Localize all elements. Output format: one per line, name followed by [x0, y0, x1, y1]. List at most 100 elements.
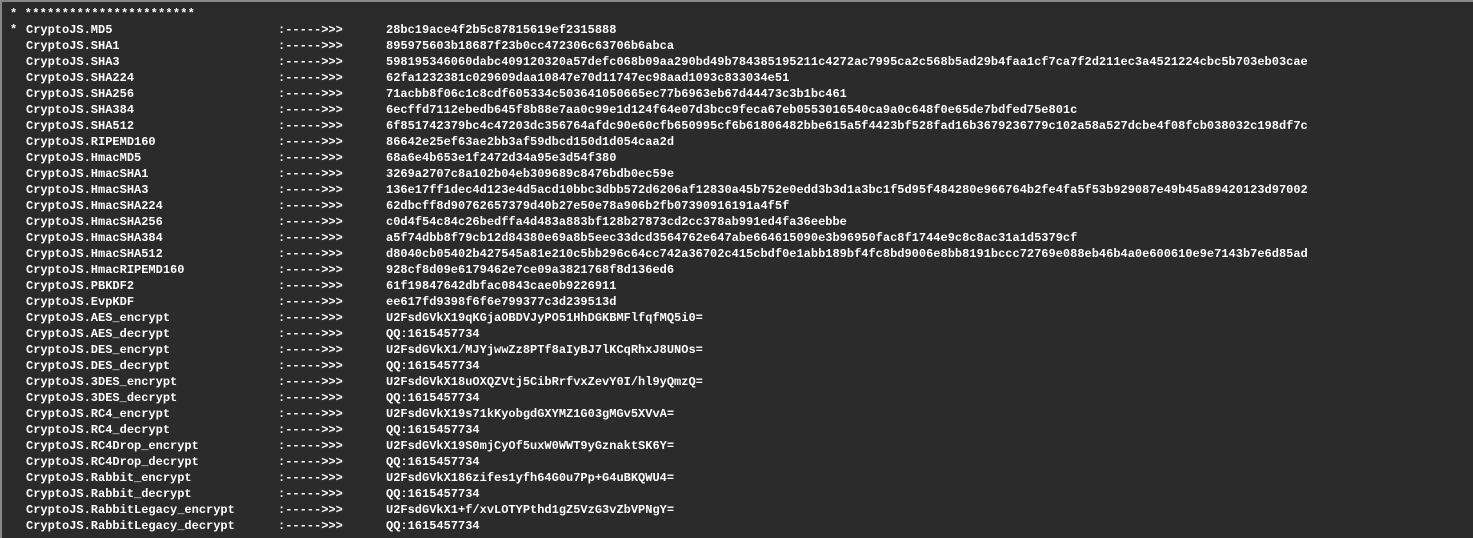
crypto-output-value: d8040cb05402b427545a81e210c5bb296c64cc74…: [386, 246, 1465, 262]
crypto-function-name: CryptoJS.MD5: [26, 22, 278, 38]
console-row: CryptoJS.HmacSHA1:----->>>3269a2707c8a10…: [10, 166, 1465, 182]
crypto-function-name: CryptoJS.SHA3: [26, 54, 278, 70]
crypto-function-name: CryptoJS.HmacSHA256: [26, 214, 278, 230]
crypto-output-value: U2FsdGVkX18uOXQZVtj5CibRrfvxZevY0I/hl9yQ…: [386, 374, 1465, 390]
separator-arrow: :----->>>: [278, 278, 386, 294]
separator-arrow: :----->>>: [278, 262, 386, 278]
console-row: CryptoJS.SHA1:----->>>895975603b18687f23…: [10, 38, 1465, 54]
separator-arrow: :----->>>: [278, 38, 386, 54]
console-row: CryptoJS.Rabbit_decrypt:----->>>QQ:16154…: [10, 486, 1465, 502]
console-header-line: * ***********************: [10, 6, 1465, 22]
separator-arrow: :----->>>: [278, 518, 386, 534]
crypto-output-value: QQ:1615457734: [386, 486, 1465, 502]
separator-arrow: :----->>>: [278, 390, 386, 406]
crypto-output-value: c0d4f54c84c26bedffa4d483a883bf128b27873c…: [386, 214, 1465, 230]
separator-arrow: :----->>>: [278, 454, 386, 470]
crypto-function-name: CryptoJS.3DES_encrypt: [26, 374, 278, 390]
separator-arrow: :----->>>: [278, 486, 386, 502]
crypto-output-value: U2FsdGVkX19s71kKyobgdGXYMZ1G03gMGv5XVvA=: [386, 406, 1465, 422]
separator-arrow: :----->>>: [278, 422, 386, 438]
crypto-function-name: CryptoJS.RC4_decrypt: [26, 422, 278, 438]
separator-arrow: :----->>>: [278, 102, 386, 118]
crypto-output-value: QQ:1615457734: [386, 518, 1465, 534]
separator-arrow: :----->>>: [278, 86, 386, 102]
separator-arrow: :----->>>: [278, 326, 386, 342]
crypto-function-name: CryptoJS.SHA256: [26, 86, 278, 102]
console-row: CryptoJS.HmacSHA256:----->>>c0d4f54c84c2…: [10, 214, 1465, 230]
crypto-function-name: CryptoJS.HmacSHA1: [26, 166, 278, 182]
separator-arrow: :----->>>: [278, 294, 386, 310]
crypto-function-name: CryptoJS.RC4_encrypt: [26, 406, 278, 422]
crypto-output-value: 62dbcff8d90762657379d40b27e50e78a906b2fb…: [386, 198, 1465, 214]
crypto-function-name: CryptoJS.DES_encrypt: [26, 342, 278, 358]
console-row: CryptoJS.SHA384:----->>>6ecffd7112ebedb6…: [10, 102, 1465, 118]
console-row: CryptoJS.AES_encrypt:----->>>U2FsdGVkX19…: [10, 310, 1465, 326]
crypto-output-value: QQ:1615457734: [386, 390, 1465, 406]
console-row: CryptoJS.SHA512:----->>>6f851742379bc4c4…: [10, 118, 1465, 134]
console-row: CryptoJS.SHA256:----->>>71acbb8f06c1c8cd…: [10, 86, 1465, 102]
crypto-output-value: 895975603b18687f23b0cc472306c63706b6abca: [386, 38, 1465, 54]
crypto-function-name: CryptoJS.AES_encrypt: [26, 310, 278, 326]
crypto-output-value: 928cf8d09e6179462e7ce09a3821768f8d136ed6: [386, 262, 1465, 278]
crypto-output-value: QQ:1615457734: [386, 358, 1465, 374]
separator-arrow: :----->>>: [278, 118, 386, 134]
crypto-function-name: CryptoJS.SHA1: [26, 38, 278, 54]
crypto-output-value: 68a6e4b653e1f2472d34a95e3d54f380: [386, 150, 1465, 166]
crypto-output-value: 28bc19ace4f2b5c87815619ef2315888: [386, 22, 1465, 38]
crypto-function-name: CryptoJS.EvpKDF: [26, 294, 278, 310]
console-row: CryptoJS.DES_encrypt:----->>>U2FsdGVkX1/…: [10, 342, 1465, 358]
crypto-output-value: 61f19847642dbfac0843cae0b9226911: [386, 278, 1465, 294]
crypto-function-name: CryptoJS.HmacSHA224: [26, 198, 278, 214]
crypto-output-value: 86642e25ef63ae2bb3af59dbcd150d1d054caa2d: [386, 134, 1465, 150]
separator-arrow: :----->>>: [278, 230, 386, 246]
crypto-function-name: CryptoJS.SHA384: [26, 102, 278, 118]
console-row: CryptoJS.3DES_decrypt:----->>>QQ:1615457…: [10, 390, 1465, 406]
console-row: CryptoJS.PBKDF2:----->>>61f19847642dbfac…: [10, 278, 1465, 294]
console-row: CryptoJS.HmacSHA512:----->>>d8040cb05402…: [10, 246, 1465, 262]
console-row: CryptoJS.3DES_encrypt:----->>>U2FsdGVkX1…: [10, 374, 1465, 390]
separator-arrow: :----->>>: [278, 342, 386, 358]
crypto-output-value: U2FsdGVkX19qKGjaOBDVJyPO51HhDGKBMFlfqfMQ…: [386, 310, 1465, 326]
crypto-function-name: CryptoJS.PBKDF2: [26, 278, 278, 294]
crypto-function-name: CryptoJS.AES_decrypt: [26, 326, 278, 342]
row-prefix: *: [10, 22, 26, 38]
crypto-output-value: QQ:1615457734: [386, 454, 1465, 470]
separator-arrow: :----->>>: [278, 358, 386, 374]
separator-arrow: :----->>>: [278, 310, 386, 326]
crypto-function-name: CryptoJS.RabbitLegacy_encrypt: [26, 502, 278, 518]
separator-arrow: :----->>>: [278, 470, 386, 486]
console-row: CryptoJS.RabbitLegacy_decrypt:----->>>QQ…: [10, 518, 1465, 534]
crypto-output-value: ee617fd9398f6f6e799377c3d239513d: [386, 294, 1465, 310]
console-row: CryptoJS.DES_decrypt:----->>>QQ:16154577…: [10, 358, 1465, 374]
crypto-function-name: CryptoJS.HmacRIPEMD160: [26, 262, 278, 278]
console-row: CryptoJS.HmacMD5:----->>>68a6e4b653e1f24…: [10, 150, 1465, 166]
separator-arrow: :----->>>: [278, 22, 386, 38]
crypto-function-name: CryptoJS.HmacSHA512: [26, 246, 278, 262]
console-row: CryptoJS.AES_decrypt:----->>>QQ:16154577…: [10, 326, 1465, 342]
console-row: CryptoJS.RabbitLegacy_encrypt:----->>>U2…: [10, 502, 1465, 518]
crypto-output-value: 136e17ff1dec4d123e4d5acd10bbc3dbb572d620…: [386, 182, 1465, 198]
crypto-output-value: 6f851742379bc4c47203dc356764afdc90e60cfb…: [386, 118, 1465, 134]
crypto-function-name: CryptoJS.SHA512: [26, 118, 278, 134]
crypto-output-value: U2FsdGVkX1/MJYjwwZz8PTf8aIyBJ7lKCqRhxJ8U…: [386, 342, 1465, 358]
separator-arrow: :----->>>: [278, 374, 386, 390]
console-row: CryptoJS.RIPEMD160:----->>>86642e25ef63a…: [10, 134, 1465, 150]
console-row: CryptoJS.HmacSHA384:----->>>a5f74dbb8f79…: [10, 230, 1465, 246]
crypto-function-name: CryptoJS.DES_decrypt: [26, 358, 278, 374]
crypto-output-value: U2FsdGVkX19S0mjCyOf5uxW0WWT9yGznaktSK6Y=: [386, 438, 1465, 454]
console-row: CryptoJS.RC4_decrypt:----->>>QQ:16154577…: [10, 422, 1465, 438]
console-output: * CryptoJS.MD5:----->>>28bc19ace4f2b5c87…: [10, 22, 1465, 534]
crypto-output-value: a5f74dbb8f79cb12d84380e69a8b5eec33dcd356…: [386, 230, 1465, 246]
crypto-function-name: CryptoJS.SHA224: [26, 70, 278, 86]
separator-arrow: :----->>>: [278, 198, 386, 214]
crypto-function-name: CryptoJS.HmacMD5: [26, 150, 278, 166]
separator-arrow: :----->>>: [278, 214, 386, 230]
console-row: CryptoJS.RC4Drop_decrypt:----->>>QQ:1615…: [10, 454, 1465, 470]
crypto-function-name: CryptoJS.Rabbit_decrypt: [26, 486, 278, 502]
console-row: CryptoJS.SHA3:----->>>598195346060dabc40…: [10, 54, 1465, 70]
crypto-function-name: CryptoJS.RabbitLegacy_decrypt: [26, 518, 278, 534]
console-row: CryptoJS.RC4Drop_encrypt:----->>>U2FsdGV…: [10, 438, 1465, 454]
separator-arrow: :----->>>: [278, 150, 386, 166]
console-row: * CryptoJS.MD5:----->>>28bc19ace4f2b5c87…: [10, 22, 1465, 38]
crypto-output-value: 598195346060dabc409120320a57defc068b09aa…: [386, 54, 1465, 70]
